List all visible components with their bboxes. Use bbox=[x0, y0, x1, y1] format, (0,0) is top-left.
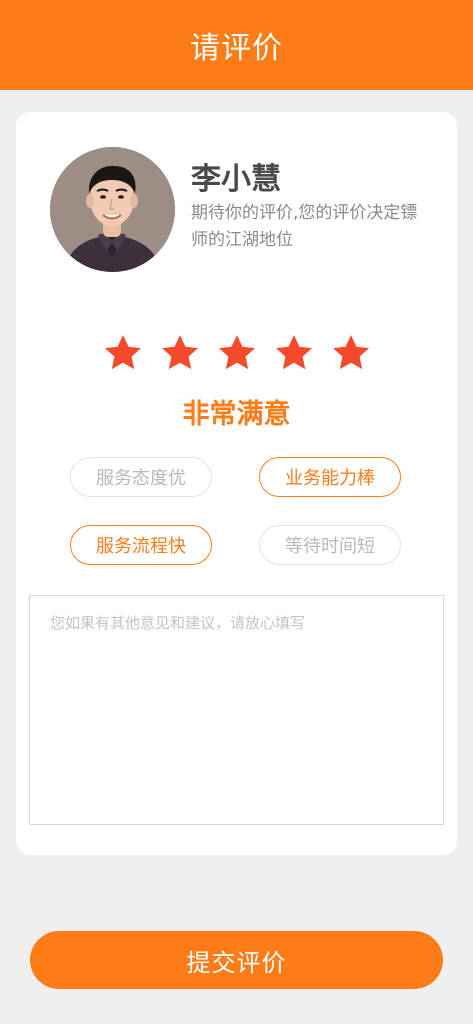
star-icon-3[interactable] bbox=[216, 332, 258, 374]
tag-business-ability[interactable]: 业务能力棒 bbox=[259, 457, 401, 497]
submit-button[interactable]: 提交评价 bbox=[30, 931, 443, 989]
tag-service-process[interactable]: 服务流程快 bbox=[70, 525, 212, 565]
star-icon-4[interactable] bbox=[273, 332, 315, 374]
avatar bbox=[50, 147, 175, 272]
comment-input[interactable] bbox=[29, 595, 444, 825]
star-icon-1[interactable] bbox=[102, 332, 144, 374]
user-name: 李小慧 bbox=[191, 162, 281, 197]
rating-label: 非常满意 bbox=[182, 399, 291, 430]
star-rating[interactable] bbox=[102, 332, 372, 374]
tag-wait-time[interactable]: 等待时间短 bbox=[259, 525, 401, 565]
user-subtitle: 期待你的评价,您的评价决定镖师的江湖地位 bbox=[191, 203, 418, 250]
top-bar: 请评价 bbox=[0, 0, 473, 90]
tag-service-attitude[interactable]: 服务态度优 bbox=[70, 457, 212, 497]
star-icon-2[interactable] bbox=[159, 332, 201, 374]
review-card: 李小慧 期待你的评价,您的评价决定镖师的江湖地位 非常满意 服务态度优 业务能力… bbox=[16, 112, 457, 855]
page-title: 请评价 bbox=[190, 31, 283, 66]
star-icon-5[interactable] bbox=[330, 332, 372, 374]
